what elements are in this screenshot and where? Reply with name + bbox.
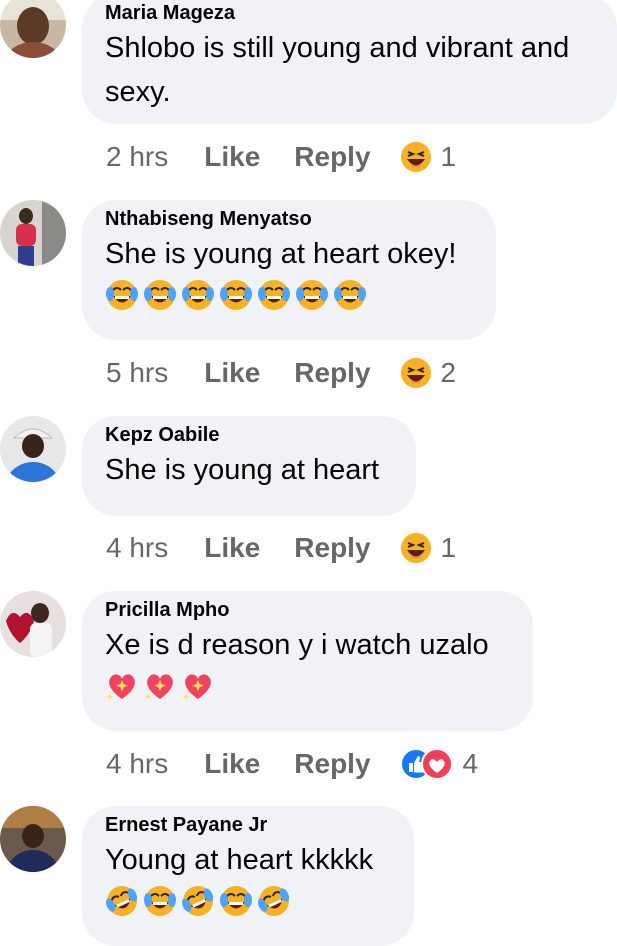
sparkling-heart-emoji (144, 674, 173, 700)
emoji-row (105, 669, 509, 703)
comment-bubble: Pricilla Mpho Xe is d reason y i watch u… (82, 591, 533, 731)
comment-bubble: Nthabiseng Menyatso She is young at hear… (82, 200, 496, 340)
like-love-reaction-icon (399, 748, 453, 780)
comment-author[interactable]: Nthabiseng Menyatso (105, 206, 472, 232)
haha-reaction-icon (400, 142, 431, 172)
avatar[interactable] (0, 806, 66, 872)
avatar[interactable] (0, 591, 66, 657)
reply-button[interactable]: Reply (294, 141, 370, 173)
sparkling-heart-emoji (106, 674, 135, 700)
tears-of-joy-emoji (296, 280, 328, 310)
like-button[interactable]: Like (204, 357, 260, 389)
tears-of-joy-emoji (106, 280, 138, 310)
avatar[interactable] (0, 416, 66, 482)
comment-text: sexy. (105, 76, 171, 108)
reaction-summary[interactable]: 4 (399, 747, 479, 781)
comment-text: Shlobo is still young and vibrant and (105, 32, 570, 64)
tears-of-joy-emoji (220, 280, 252, 310)
comment-author[interactable]: Pricilla Mpho (105, 597, 509, 623)
reaction-count: 1 (440, 532, 457, 563)
comment-text: She is young at heart (105, 454, 380, 486)
comment-bubble: Maria Mageza Shlobo is still young and v… (82, 0, 617, 124)
comment-author[interactable]: Kepz Oabile (105, 422, 392, 448)
comment-actions: 4 hrs Like Reply 4 (106, 744, 478, 784)
avatar-photo (0, 200, 66, 266)
comment-text: Xe is d reason y i watch uzalo (105, 629, 489, 661)
avatar-photo (0, 416, 66, 482)
tears-of-joy-emoji (144, 280, 176, 310)
comment-author[interactable]: Ernest Payane Jr (105, 812, 390, 838)
avatar[interactable] (0, 200, 66, 266)
comment-bubble: Ernest Payane Jr Young at heart kkkkk (82, 806, 414, 946)
comment-timestamp[interactable]: 4 hrs (106, 532, 168, 564)
sparkling-heart-emoji (182, 674, 211, 700)
comment-actions: 2 hrs Like Reply 1 (106, 137, 456, 177)
tears-of-joy-emoji (182, 280, 214, 310)
tears-of-joy-emoji (144, 886, 176, 916)
like-button[interactable]: Like (204, 748, 260, 780)
haha-reaction-icon (400, 533, 431, 563)
comment-bubble: Kepz Oabile She is young at heart (82, 416, 416, 516)
reaction-count: 4 (462, 748, 479, 779)
reaction-count: 2 (440, 357, 457, 388)
rolling-laughing-emoji (182, 886, 214, 916)
comment-timestamp[interactable]: 2 hrs (106, 141, 168, 173)
reply-button[interactable]: Reply (294, 748, 370, 780)
comment-actions: 4 hrs Like Reply 1 (106, 528, 456, 568)
avatar-photo (0, 591, 66, 657)
like-button[interactable]: Like (204, 532, 260, 564)
reaction-count: 1 (440, 141, 457, 172)
tears-of-joy-emoji (334, 280, 366, 310)
like-button[interactable]: Like (204, 141, 260, 173)
reply-button[interactable]: Reply (294, 357, 370, 389)
avatar-photo (0, 0, 66, 58)
avatar-photo (0, 806, 66, 872)
rolling-laughing-emoji (106, 886, 138, 916)
comment-text: She is young at heart okey! (105, 238, 457, 270)
reaction-summary[interactable]: 2 (399, 356, 457, 390)
reaction-summary[interactable]: 1 (399, 531, 457, 565)
emoji-row (105, 278, 472, 312)
reply-button[interactable]: Reply (294, 532, 370, 564)
comment-text: Young at heart kkkkk (105, 844, 374, 876)
comment-actions: 5 hrs Like Reply 2 (106, 353, 456, 393)
haha-reaction-icon (400, 358, 431, 388)
comment-timestamp[interactable]: 5 hrs (106, 357, 168, 389)
comment-timestamp[interactable]: 4 hrs (106, 748, 168, 780)
rolling-laughing-emoji (258, 886, 290, 916)
tears-of-joy-emoji (258, 280, 290, 310)
reaction-summary[interactable]: 1 (399, 140, 457, 174)
emoji-row (105, 884, 390, 918)
tears-of-joy-emoji (220, 886, 252, 916)
avatar[interactable] (0, 0, 66, 58)
comment-author[interactable]: Maria Mageza (105, 0, 593, 26)
